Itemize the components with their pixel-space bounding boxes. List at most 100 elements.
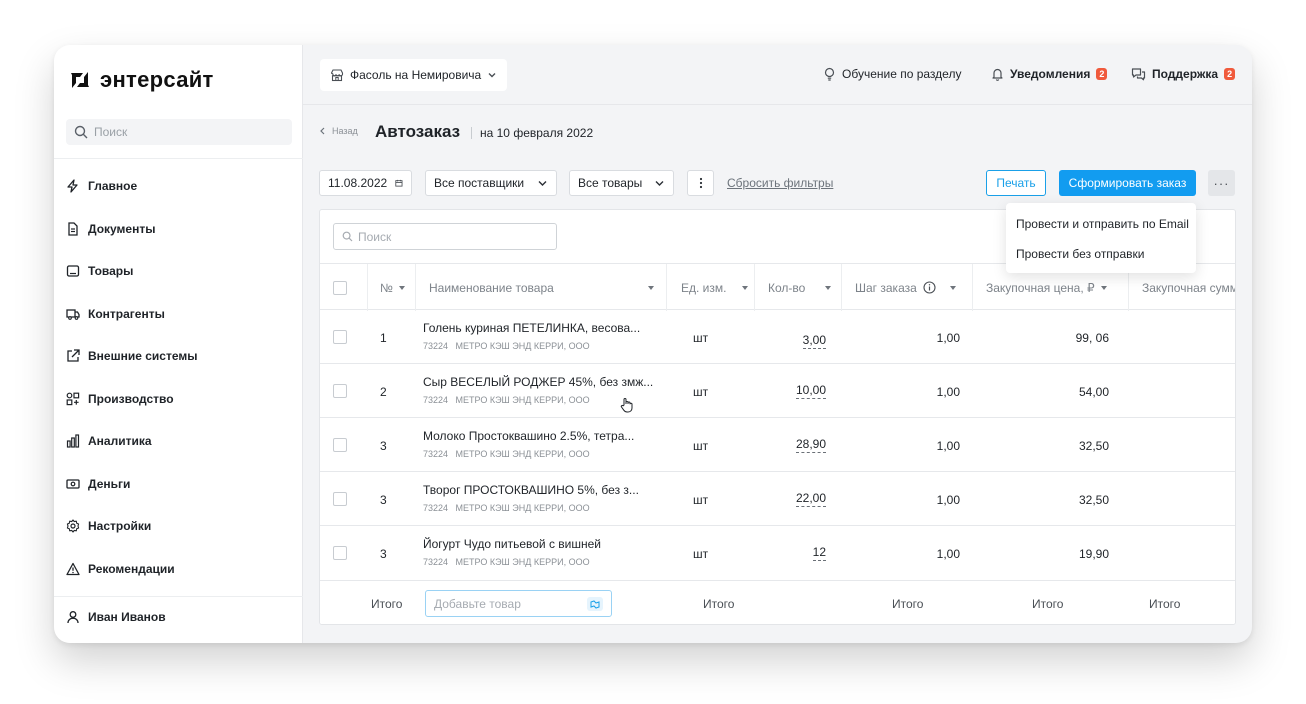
barcode-scan-icon[interactable]	[587, 597, 603, 611]
sidebar-item-documents[interactable]: Документы	[54, 208, 303, 251]
row-checkbox[interactable]	[333, 546, 347, 560]
header-col-step[interactable]: Шаг заказа	[842, 264, 973, 311]
table-row[interactable]: 3 Молоко Простоквашино 2.5%, тетра... 73…	[320, 418, 1235, 472]
step-value: 1,00	[936, 385, 960, 399]
menu-item-post-no-send[interactable]: Провести без отправки	[1006, 239, 1196, 269]
product-supplier: МЕТРО КЭШ ЭНД КЕРРИ, ООО	[455, 557, 590, 567]
learn-label: Обучение по разделу	[842, 67, 962, 81]
total-label: Итого	[371, 597, 403, 611]
sort-caret-icon	[398, 285, 405, 290]
goods-select[interactable]: Все товары	[569, 170, 674, 196]
back-link[interactable]: Назад	[319, 126, 358, 136]
header-label: Кол-во	[768, 280, 806, 295]
sidebar-search-placeholder: Поиск	[94, 125, 128, 139]
add-product-input[interactable]: Добавьте товар	[425, 590, 612, 617]
header-label: Закупочная сумм	[1142, 280, 1236, 295]
unit-value: шт	[693, 547, 709, 561]
header-col-num[interactable]: №	[368, 264, 416, 311]
table-row[interactable]: 1 Голень куриная ПЕТЕЛИНКА, весова... 73…	[320, 310, 1235, 364]
filter-more-button[interactable]	[687, 170, 714, 196]
sidebar-item-main[interactable]: Главное	[54, 165, 303, 208]
date-value: 11.08.2022	[328, 176, 388, 190]
support-link[interactable]: Поддержка 2	[1131, 67, 1236, 81]
unit-value: шт	[693, 331, 709, 345]
suppliers-value: Все поставщики	[434, 176, 525, 190]
table-row[interactable]: 3 Йогурт Чудо питьевой с вишней 73224 МЕ…	[320, 526, 1235, 580]
learn-link[interactable]: Обучение по разделу	[823, 67, 961, 81]
table-search-input[interactable]: Поиск	[333, 223, 557, 250]
print-button[interactable]: Печать	[986, 170, 1046, 196]
product-cell[interactable]: Сыр ВЕСЕЛЫЙ РОДЖЕР 45%, без змж... 73224…	[423, 375, 653, 405]
bell-icon	[992, 68, 1003, 81]
sidebar-item-contractors[interactable]: Контрагенты	[54, 293, 303, 336]
row-number: 3	[380, 547, 387, 561]
page-subtitle: на 10 февраля 2022	[480, 126, 594, 140]
product-cell[interactable]: Творог ПРОСТОКВАШИНО 5%, без з... 73224 …	[423, 483, 639, 513]
product-supplier: МЕТРО КЭШ ЭНД КЕРРИ, ООО	[455, 341, 590, 351]
app-window: энтерсайт Поиск Главное Документы Товары…	[54, 45, 1252, 643]
row-checkbox[interactable]	[333, 492, 347, 506]
menu-item-send-email[interactable]: Провести и отправить по Email	[1006, 209, 1196, 239]
product-meta: 73224 МЕТРО КЭШ ЭНД КЕРРИ, ООО	[423, 341, 640, 351]
table-row[interactable]: 2 Сыр ВЕСЕЛЫЙ РОДЖЕР 45%, без змж... 732…	[320, 364, 1235, 418]
document-icon	[68, 222, 78, 236]
sidebar-item-label: Документы	[88, 221, 156, 236]
row-checkbox[interactable]	[333, 330, 347, 344]
vertical-dots-icon	[699, 177, 702, 189]
row-checkbox[interactable]	[333, 438, 347, 452]
user-name: Иван Иванов	[88, 610, 166, 624]
row-number: 3	[380, 493, 387, 507]
sidebar-item-settings[interactable]: Настройки	[54, 505, 303, 548]
product-cell[interactable]: Молоко Простоквашино 2.5%, тетра... 7322…	[423, 429, 634, 459]
row-number: 3	[380, 439, 387, 453]
total-label: Итого	[1149, 597, 1181, 611]
product-supplier: МЕТРО КЭШ ЭНД КЕРРИ, ООО	[455, 503, 590, 513]
info-icon[interactable]	[923, 281, 936, 294]
header-label: Ед. изм.	[681, 280, 727, 295]
sidebar-item-money[interactable]: Деньги	[54, 463, 303, 506]
reset-filters-link[interactable]: Сбросить фильтры	[727, 176, 833, 190]
more-actions-menu: Провести и отправить по Email Провести б…	[1006, 203, 1196, 273]
qty-value[interactable]: 22,00	[795, 491, 826, 507]
make-order-button[interactable]: Сформировать заказ	[1059, 170, 1196, 196]
product-supplier: МЕТРО КЭШ ЭНД КЕРРИ, ООО	[455, 449, 590, 459]
sort-caret-icon	[825, 285, 832, 290]
row-checkbox[interactable]	[333, 384, 347, 398]
more-actions-button[interactable]: ···	[1208, 170, 1235, 196]
table-row[interactable]: 3 Творог ПРОСТОКВАШИНО 5%, без з... 7322…	[320, 472, 1235, 526]
product-cell[interactable]: Йогурт Чудо питьевой с вишней 73224 МЕТР…	[423, 537, 601, 567]
header-col-unit[interactable]: Ед. изм.	[667, 264, 755, 311]
header-col-name[interactable]: Наименование товара	[416, 264, 667, 311]
brand-logo[interactable]: энтерсайт	[68, 67, 214, 93]
sidebar-item-label: Производство	[88, 391, 174, 406]
header-label: Закупочная цена, ₽	[986, 280, 1095, 295]
sidebar-search-input[interactable]: Поиск	[66, 119, 292, 145]
qty-value[interactable]: 10,00	[795, 383, 826, 399]
sidebar-item-analytics[interactable]: Аналитика	[54, 420, 303, 463]
sidebar-item-recommendations[interactable]: Рекомендации	[54, 548, 303, 591]
total-label: Итого	[892, 597, 924, 611]
header-col-qty[interactable]: Кол-во	[755, 264, 842, 311]
product-code: 73224	[423, 503, 449, 513]
product-meta: 73224 МЕТРО КЭШ ЭНД КЕРРИ, ООО	[423, 503, 639, 513]
header-select-all[interactable]	[320, 264, 368, 311]
user-profile[interactable]: Иван Иванов	[66, 610, 166, 624]
sidebar-item-label: Товары	[88, 264, 134, 279]
product-code: 73224	[423, 449, 449, 459]
qty-value[interactable]: 3,00	[802, 333, 826, 349]
qty-value[interactable]: 12	[812, 545, 826, 561]
sidebar: энтерсайт Поиск Главное Документы Товары…	[54, 45, 303, 643]
notifications-link[interactable]: Уведомления 2	[991, 67, 1108, 81]
select-all-checkbox[interactable]	[333, 280, 347, 295]
date-picker[interactable]: 11.08.2022	[319, 170, 412, 196]
sidebar-nav: Главное Документы Товары Контрагенты Вне…	[54, 165, 303, 590]
sort-caret-icon	[742, 285, 749, 290]
store-select[interactable]: Фасоль на Немировича	[320, 59, 508, 91]
suppliers-select[interactable]: Все поставщики	[425, 170, 557, 196]
qty-value[interactable]: 28,90	[795, 437, 826, 453]
page-title: Автозаказ	[375, 122, 461, 141]
sidebar-item-production[interactable]: Производство	[54, 378, 303, 421]
product-cell[interactable]: Голень куриная ПЕТЕЛИНКА, весова... 7322…	[423, 321, 640, 351]
sidebar-item-products[interactable]: Товары	[54, 250, 303, 293]
sidebar-item-external-systems[interactable]: Внешние системы	[54, 335, 303, 378]
